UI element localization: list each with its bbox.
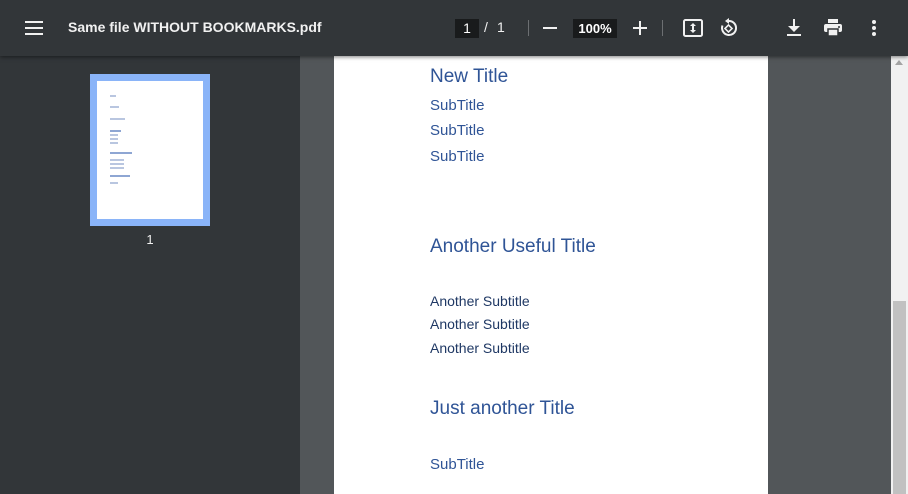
thumbnail-sidebar: 1 <box>0 56 300 494</box>
doc-title: Just another Title <box>430 398 575 419</box>
doc-subtitle: SubTitle <box>430 148 485 165</box>
more-vert-icon[interactable] <box>863 17 885 39</box>
page-total: 1 <box>497 19 505 35</box>
document-title: Same file WITHOUT BOOKMARKS.pdf <box>68 19 322 35</box>
doc-subtitle: SubTitle <box>430 97 485 114</box>
thumbnail-preview <box>97 81 203 219</box>
doc-subtitle: Another Subtitle <box>430 316 530 332</box>
page-thumbnail[interactable] <box>90 74 210 226</box>
zoom-out-icon[interactable] <box>540 18 560 38</box>
doc-title: Another Useful Title <box>430 236 596 257</box>
scrollbar-thumb[interactable] <box>893 301 906 494</box>
thumbnail-page-number: 1 <box>146 232 154 247</box>
doc-subtitle: SubTitle <box>430 456 485 473</box>
fit-page-icon[interactable] <box>682 17 704 39</box>
zoom-in-icon[interactable] <box>630 18 650 38</box>
doc-subtitle: Another Subtitle <box>430 340 530 356</box>
pdf-page: New Title SubTitle SubTitle SubTitle Ano… <box>334 56 768 494</box>
toolbar-divider <box>528 20 529 36</box>
download-icon[interactable] <box>783 17 805 39</box>
pdf-toolbar: Same file WITHOUT BOOKMARKS.pdf / 1 <box>0 0 908 56</box>
page-separator: / <box>484 19 488 35</box>
menu-icon[interactable] <box>20 16 48 40</box>
doc-subtitle: Another Subtitle <box>430 293 530 309</box>
print-icon[interactable] <box>822 17 844 39</box>
rotate-icon[interactable] <box>718 17 740 39</box>
doc-subtitle: SubTitle <box>430 122 485 139</box>
doc-title: New Title <box>430 66 509 87</box>
toolbar-divider <box>662 20 663 36</box>
page-number-input[interactable] <box>455 19 479 38</box>
vertical-scrollbar[interactable] <box>891 56 908 494</box>
scroll-up-arrow-icon[interactable] <box>895 60 903 65</box>
zoom-level-input[interactable] <box>573 19 617 38</box>
